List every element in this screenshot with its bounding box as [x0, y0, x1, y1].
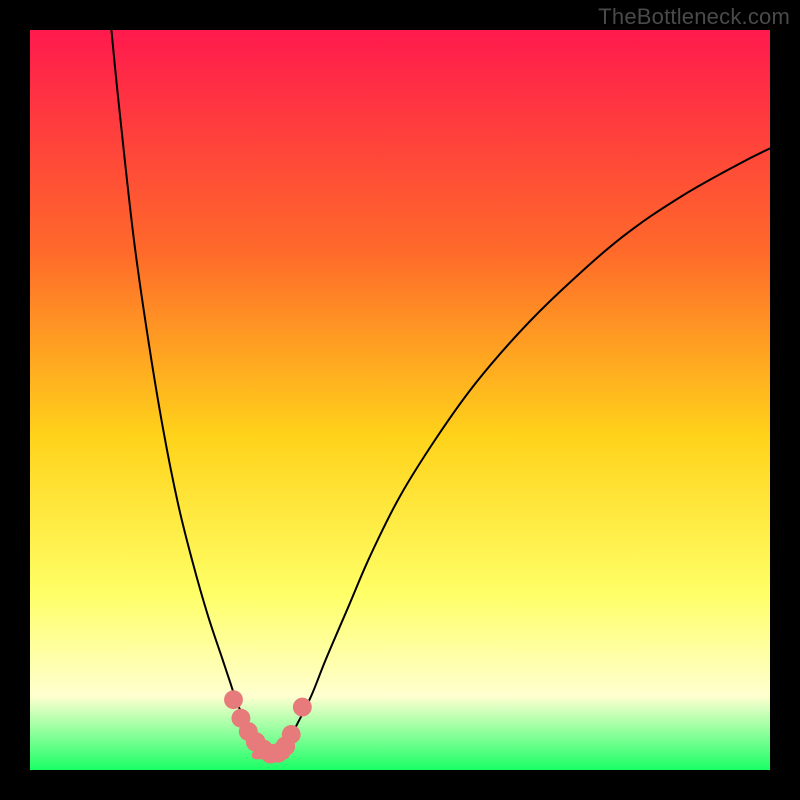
data-marker	[293, 698, 312, 717]
watermark-text: TheBottleneck.com	[598, 4, 790, 30]
data-marker	[224, 690, 243, 709]
plot-svg	[30, 30, 770, 770]
gradient-bg	[30, 30, 770, 770]
data-marker	[282, 725, 301, 744]
chart-frame: TheBottleneck.com	[0, 0, 800, 800]
plot-area	[30, 30, 770, 770]
